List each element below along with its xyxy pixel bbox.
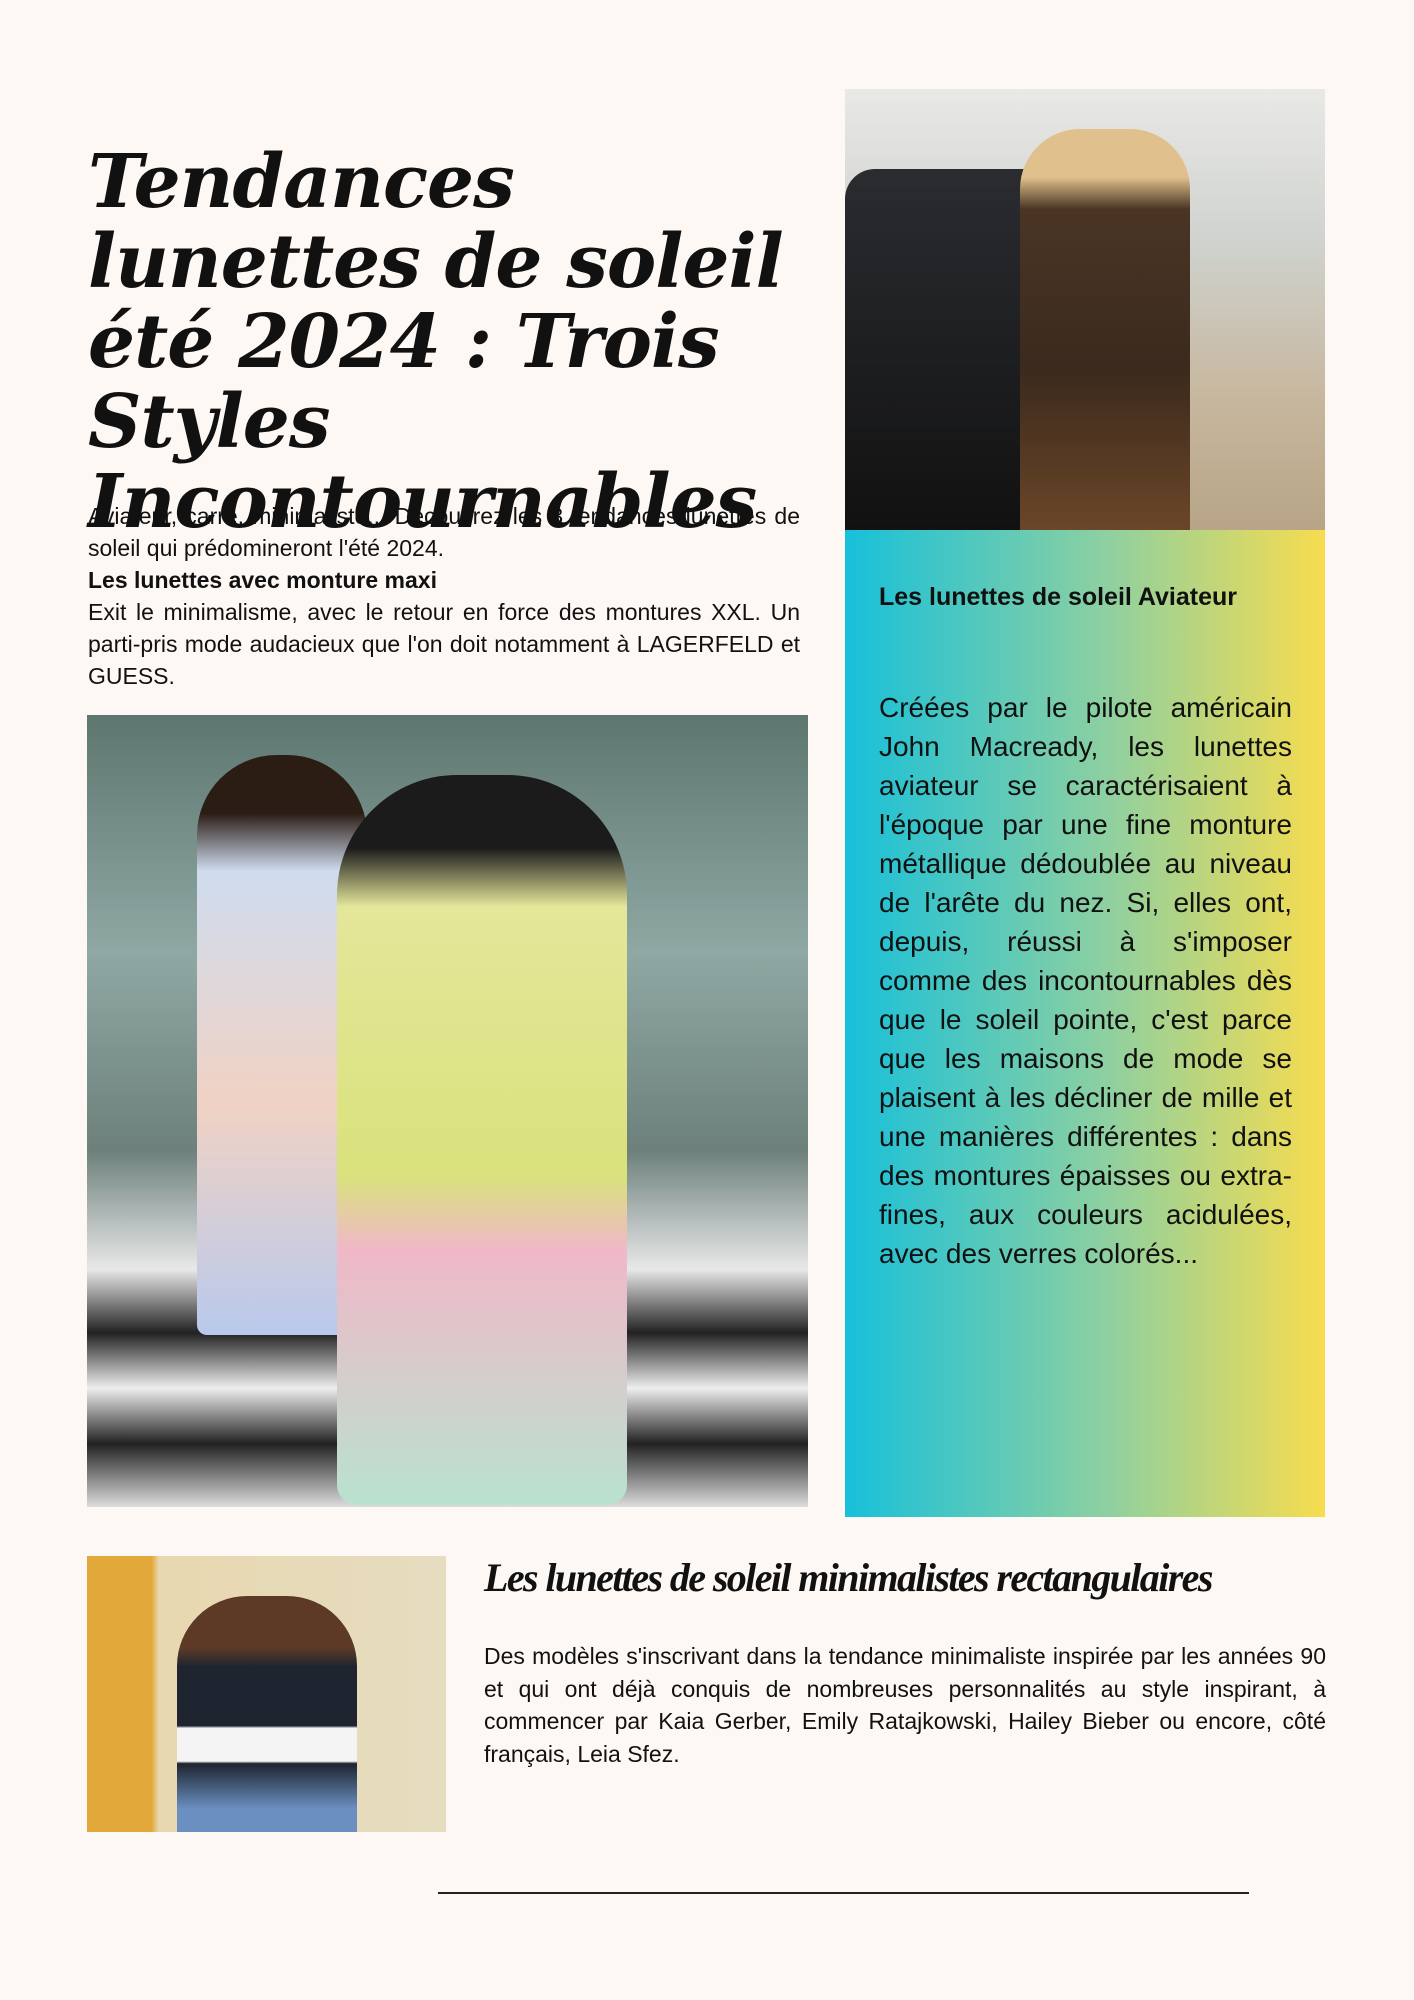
street-style-photo-minimalist	[87, 1556, 446, 1832]
intro-text: Aviateur, carré, minimaliste... Découvre…	[88, 503, 800, 561]
section-heading-maxi: Les lunettes avec monture maxi	[88, 567, 437, 593]
divider-line	[438, 1892, 1249, 1894]
intro-block: Aviateur, carré, minimaliste... Découvre…	[88, 500, 800, 692]
section-heading-aviator: Les lunettes de soleil Aviateur	[879, 583, 1237, 611]
runway-model-front	[337, 775, 627, 1505]
person-shape	[177, 1596, 357, 1832]
page-title: Tendances lunettes de soleil été 2024 : …	[88, 139, 784, 545]
section-body-minimalist: Des modèles s'inscrivant dans la tendanc…	[484, 1643, 1326, 1767]
section-heading-minimalist: Les lunettes de soleil minimalistes rect…	[484, 1555, 1213, 1600]
section-body-aviator: Créées par le pilote américain John Macr…	[879, 692, 1292, 1269]
runway-photo	[87, 715, 808, 1507]
section-body-maxi: Exit le minimalisme, avec le retour en f…	[88, 599, 800, 689]
car-shape	[845, 169, 1045, 530]
street-style-photo-aviator	[845, 89, 1325, 530]
person-shape	[1020, 129, 1190, 530]
